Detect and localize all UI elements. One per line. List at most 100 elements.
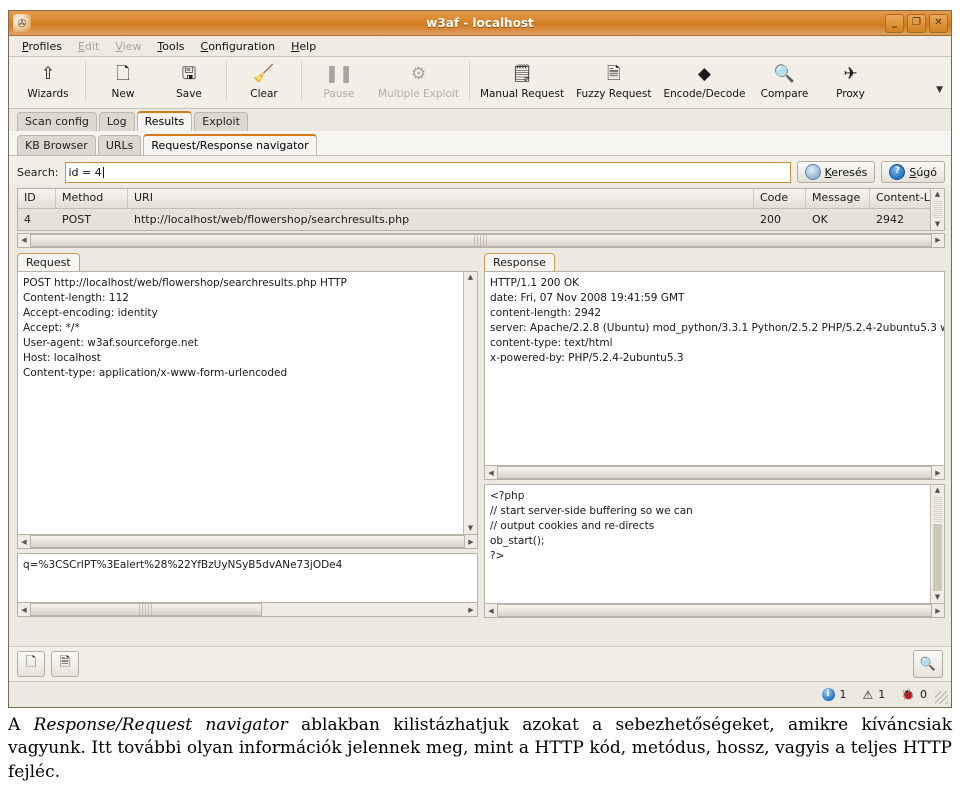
toolbar-separator	[85, 62, 86, 100]
scroll-up-icon[interactable]: ▲	[935, 189, 940, 200]
response-body-horizontal-scrollbar[interactable]: ◀ ▶	[484, 604, 945, 618]
toolbar-proxy[interactable]: ✈ Proxy	[817, 60, 883, 100]
tab-scan-config[interactable]: Scan config	[17, 112, 97, 131]
maximize-button[interactable]: ❐	[907, 14, 926, 33]
scrollbar-track[interactable]	[466, 284, 475, 522]
toolbar-fuzzy-request-label: Fuzzy Request	[576, 88, 652, 100]
minimize-button[interactable]: _	[885, 14, 904, 33]
response-body-box[interactable]: <?php // start server-side buffering so …	[484, 484, 945, 604]
scroll-left-icon[interactable]: ◀	[18, 538, 30, 546]
search-button[interactable]: Keresés	[796, 161, 876, 183]
response-body-vertical-scrollbar[interactable]: ▲ ▼	[930, 485, 944, 603]
request-body-horizontal-scrollbar[interactable]: ◀ ▶	[17, 603, 478, 617]
scroll-right-icon[interactable]: ▶	[932, 607, 944, 615]
table-row[interactable]: 4 POST http://localhost/web/flowershop/s…	[18, 209, 930, 230]
scroll-down-icon[interactable]: ▼	[935, 219, 940, 230]
new-document-icon: 🗋	[116, 63, 130, 84]
tab-log[interactable]: Log	[98, 112, 135, 131]
scrollbar-thumb[interactable]	[933, 497, 942, 523]
scrollbar-thumb[interactable]	[497, 466, 932, 479]
scroll-down-icon[interactable]: ▼	[468, 523, 473, 534]
scroll-left-icon[interactable]: ◀	[485, 607, 497, 615]
tab-exploit[interactable]: Exploit	[194, 112, 248, 131]
response-headers-horizontal-scrollbar[interactable]: ◀ ▶	[484, 466, 945, 480]
status-bar: i 1 ⚠ 1 🐞 0	[9, 681, 951, 707]
tab-results[interactable]: Results	[136, 111, 193, 131]
scroll-right-icon[interactable]: ▶	[932, 235, 944, 246]
toolbar-manual-request[interactable]: 🗒 Manual Request	[474, 60, 570, 100]
scrollbar-track[interactable]	[933, 524, 942, 591]
results-table-horizontal-scrollbar[interactable]: ◀ ▶	[17, 233, 945, 248]
toolbar-separator	[301, 62, 302, 100]
toolbar-clear[interactable]: 🧹 Clear	[231, 60, 297, 100]
menu-configuration[interactable]: Configuration	[194, 38, 283, 55]
column-header-id[interactable]: ID	[18, 189, 56, 208]
tab-request[interactable]: Request	[17, 253, 80, 271]
menu-tools[interactable]: Tools	[150, 38, 191, 55]
toolbar-new[interactable]: 🗋 New	[90, 60, 156, 100]
scroll-down-icon[interactable]: ▼	[935, 592, 940, 603]
cell-id: 4	[24, 213, 31, 226]
toolbar-compare[interactable]: 🔍 Compare	[751, 60, 817, 100]
menu-view: View	[115, 39, 142, 53]
w3af-app-icon: ✇	[13, 14, 31, 32]
wizard-icon: ⇧	[40, 63, 56, 84]
menu-help[interactable]: Help	[284, 38, 323, 55]
send-to-fuzzy-request-icon: 🗎	[59, 655, 71, 670]
response-headers-box[interactable]: HTTP/1.1 200 OK date: Fri, 07 Nov 2008 1…	[484, 271, 945, 466]
status-info[interactable]: i 1	[821, 688, 847, 701]
request-body-text: q=%3CSCrIPT%3Ealert%28%22YfBzUyNSyB5dvAN…	[23, 559, 343, 571]
window-title: w3af - localhost	[426, 16, 534, 30]
window-controls: _ ❐ ✕	[885, 14, 948, 33]
column-header-code[interactable]: Code	[754, 189, 806, 208]
cell-code: 200	[760, 213, 781, 226]
scroll-left-icon[interactable]: ◀	[18, 606, 30, 614]
toolbar-save[interactable]: 🖫 Save	[156, 60, 222, 100]
scroll-right-icon[interactable]: ▶	[932, 469, 944, 477]
search-input[interactable]: id = 4	[64, 161, 791, 183]
scroll-right-icon[interactable]: ▶	[465, 606, 477, 614]
send-to-fuzzy-request-button[interactable]: 🗎	[51, 651, 79, 677]
column-header-uri[interactable]: URI	[128, 189, 754, 208]
menu-profiles[interactable]: PProfilesrofiles	[15, 38, 69, 55]
help-button-label-rest: úgó	[916, 165, 937, 179]
toolbar-fuzzy-request[interactable]: 🗎 Fuzzy Request	[570, 60, 657, 100]
column-header-message[interactable]: Message	[806, 189, 870, 208]
status-warning[interactable]: ⚠ 1	[863, 688, 886, 702]
cell-method: POST	[62, 213, 91, 226]
multiple-exploit-icon: ⚙	[410, 63, 427, 84]
tab-response[interactable]: Response	[484, 253, 555, 271]
results-table-vertical-scrollbar[interactable]: ▲ ▼	[931, 188, 945, 231]
scrollbar-thumb[interactable]	[30, 603, 262, 616]
tab-request-response-navigator[interactable]: Request/Response navigator	[143, 134, 317, 155]
close-button[interactable]: ✕	[929, 14, 948, 33]
scroll-up-icon[interactable]: ▲	[468, 272, 473, 283]
send-to-manual-request-button[interactable]: 🗋	[17, 651, 45, 677]
request-tab-bar: Request	[17, 252, 478, 271]
scroll-left-icon[interactable]: ◀	[485, 469, 497, 477]
window-resize-grip[interactable]	[935, 691, 948, 704]
request-headers-horizontal-scrollbar[interactable]: ◀ ▶	[17, 535, 478, 549]
request-body-box[interactable]: q=%3CSCrIPT%3Ealert%28%22YfBzUyNSyB5dvAN…	[17, 553, 478, 603]
detail-view-button[interactable]: 🔍	[913, 650, 943, 678]
request-headers-box[interactable]: POST http://localhost/web/flowershop/sea…	[17, 271, 478, 535]
scrollbar-thumb[interactable]	[497, 604, 932, 617]
compare-icon: 🔍	[773, 63, 796, 84]
column-header-content-length[interactable]: Content-L	[870, 189, 930, 208]
help-button[interactable]: ? Súgó	[881, 161, 945, 183]
toolbar-wizards[interactable]: ⇧ Wizards	[15, 60, 81, 100]
chevron-down-icon[interactable]: ▼	[936, 85, 943, 95]
fuzzy-request-icon: 🗎	[606, 63, 621, 84]
toolbar-encode-decode[interactable]: ◆ Encode/Decode	[657, 60, 751, 100]
scrollbar-thumb[interactable]	[30, 535, 465, 548]
scroll-right-icon[interactable]: ▶	[465, 538, 477, 546]
status-bug[interactable]: 🐞 0	[901, 688, 927, 701]
scrollbar-track[interactable]	[933, 201, 942, 218]
scroll-left-icon[interactable]: ◀	[18, 235, 30, 246]
column-header-method[interactable]: Method	[56, 189, 128, 208]
scrollbar-thumb[interactable]	[30, 234, 932, 247]
tab-kb-browser[interactable]: KB Browser	[17, 135, 96, 155]
scroll-up-icon[interactable]: ▲	[935, 485, 940, 496]
request-headers-vertical-scrollbar[interactable]: ▲ ▼	[463, 272, 477, 534]
tab-urls[interactable]: URLs	[97, 135, 142, 155]
